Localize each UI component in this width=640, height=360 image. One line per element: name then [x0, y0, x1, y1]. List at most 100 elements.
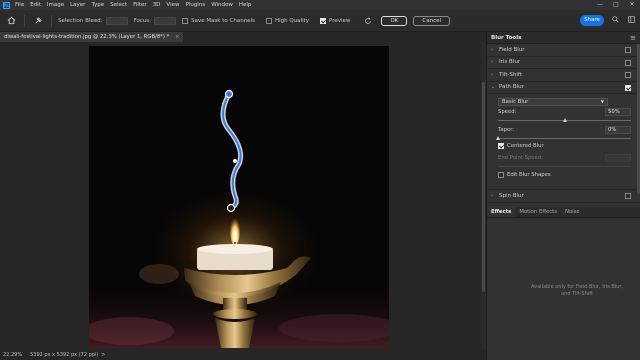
blur-mode-select[interactable]: Basic Blur ▼	[498, 98, 608, 106]
edit-blur-shapes-checkbox[interactable]: Edit Blur Shapes	[498, 172, 551, 178]
home-icon[interactable]	[4, 14, 18, 28]
panel-menu-icon[interactable]: ≡	[630, 32, 636, 44]
menu-window[interactable]: Window	[208, 0, 236, 10]
menu-layer[interactable]: Layer	[67, 0, 88, 10]
scrollbar-thumb[interactable]	[482, 82, 485, 292]
menu-bar: Ps File Edit Image Layer Type Select Fil…	[0, 0, 640, 10]
focus-label: Focus:	[133, 17, 152, 24]
chevron-down-icon: ▼	[600, 99, 604, 104]
high-quality-box[interactable]	[265, 17, 272, 24]
path-blur-settings: Basic Blur ▼ Speed: 50% Taper: 0% Center…	[487, 94, 640, 190]
end-point-speed-slider	[498, 166, 631, 167]
blur-item-label: Field Blur	[499, 46, 525, 53]
cancel-button[interactable]: Cancel	[413, 15, 451, 26]
blur-item-field-blur[interactable]: › Field Blur	[487, 44, 640, 57]
focus-input[interactable]	[154, 16, 177, 25]
centered-blur-checkbox[interactable]: Centered Blur	[498, 143, 544, 149]
status-bar: 22.29% 5392 px x 5392 px (72 ppi) >	[0, 350, 486, 360]
edit-blur-shapes-label: Edit Blur Shapes	[507, 172, 551, 178]
window-controls: — □ ✕	[592, 0, 640, 10]
blur-item-tilt-shift[interactable]: › Tilt-Shift	[487, 69, 640, 82]
menu-file[interactable]: File	[12, 0, 27, 10]
taper-slider-handle[interactable]	[496, 136, 500, 140]
path-blur-checkbox[interactable]	[625, 84, 631, 91]
close-tab-icon[interactable]: ×	[175, 34, 179, 40]
menu-view[interactable]: View	[163, 0, 182, 10]
save-mask-checkbox[interactable]: Save Mask to Channels	[182, 17, 258, 24]
save-mask-label: Save Mask to Channels	[191, 17, 255, 24]
end-point-speed-label: End Point Speed:	[498, 155, 543, 161]
document-dimensions: 5392 px x 5392 px (72 ppi)	[30, 352, 99, 358]
document-title: diwali-festival-lights-tradition.jpg @ 2…	[4, 34, 170, 40]
canvas-area[interactable]	[0, 42, 483, 350]
selection-bleed-input[interactable]	[105, 16, 128, 25]
document-image[interactable]	[89, 46, 389, 348]
panel-header: Blur Tools ≡	[487, 32, 640, 44]
blur-mode-value: Basic Blur	[502, 99, 529, 105]
tab-effects[interactable]: Effects	[487, 207, 516, 217]
speed-label: Speed:	[498, 109, 517, 115]
end-point-speed-input	[605, 154, 631, 162]
tab-noise[interactable]: Noise	[561, 207, 584, 217]
chevron-right-icon[interactable]: ›	[491, 72, 499, 78]
field-blur-checkbox[interactable]	[625, 47, 631, 53]
high-quality-label: High Quality	[274, 17, 310, 24]
blur-item-path-blur[interactable]: ⌄ Path Blur	[487, 82, 640, 94]
chevron-down-icon[interactable]: ⌄	[491, 84, 499, 90]
taper-label: Taper:	[498, 127, 515, 133]
menu-3d[interactable]: 3D	[150, 0, 164, 10]
blur-tools-panel: Blur Tools ≡ › Field Blur › Iris Blur › …	[486, 32, 640, 360]
blur-item-label: Tilt-Shift	[499, 71, 522, 78]
document-tab-bar: diwali-festival-lights-tradition.jpg @ 2…	[0, 32, 486, 42]
share-button[interactable]: Share	[580, 15, 604, 26]
preview-checkbox[interactable]: Preview	[320, 17, 353, 24]
tilt-shift-checkbox[interactable]	[625, 72, 631, 78]
tab-motion-effects[interactable]: Motion Effects	[515, 207, 561, 217]
pin-tool-icon[interactable]	[31, 14, 45, 28]
speed-slider-handle[interactable]	[562, 118, 567, 122]
selection-bleed-label: Selection Bleed:	[58, 17, 103, 24]
chevron-right-icon[interactable]: ›	[491, 47, 499, 53]
blur-item-iris-blur[interactable]: › Iris Blur	[487, 57, 640, 69]
search-icon[interactable]	[610, 16, 620, 26]
blur-item-label: Spin Blur	[499, 192, 524, 199]
ok-button[interactable]: OK	[381, 15, 408, 26]
status-menu-arrow[interactable]: >	[101, 352, 105, 358]
menu-image[interactable]: Image	[44, 0, 67, 10]
menu-plugins[interactable]: Plugins	[182, 0, 208, 10]
iris-blur-checkbox[interactable]	[625, 59, 631, 66]
end-point-speed-row: End Point Speed:	[498, 155, 543, 161]
maximize-icon[interactable]: □	[608, 0, 624, 10]
chevron-right-icon[interactable]: ›	[491, 193, 499, 199]
taper-input[interactable]: 0%	[605, 126, 631, 134]
minimize-icon[interactable]: —	[592, 0, 608, 10]
divider	[51, 14, 52, 27]
blur-item-label: Iris Blur	[499, 59, 521, 66]
centered-blur-box[interactable]	[498, 143, 504, 149]
blur-item-spin-blur[interactable]: › Spin Blur	[487, 190, 640, 203]
menu-type[interactable]: Type	[88, 0, 107, 10]
menu-filter[interactable]: Filter	[130, 0, 150, 10]
photoshop-logo-icon: Ps	[2, 1, 10, 9]
speed-input[interactable]: 50%	[605, 108, 631, 116]
divider	[24, 14, 25, 27]
high-quality-checkbox[interactable]: High Quality	[265, 17, 312, 24]
chevron-right-icon[interactable]: ›	[491, 59, 499, 65]
menu-edit[interactable]: Edit	[27, 0, 44, 10]
options-bar: Selection Bleed: Focus: Save Mask to Cha…	[0, 10, 640, 32]
effects-unavailable-message: Available only for Field Blur, Iris Blur…	[531, 284, 623, 297]
spin-blur-checkbox[interactable]	[625, 193, 631, 199]
edit-blur-shapes-box[interactable]	[498, 172, 504, 178]
reset-pins-icon[interactable]	[361, 14, 375, 28]
menu-select[interactable]: Select	[107, 0, 130, 10]
preview-label: Preview	[329, 17, 351, 24]
zoom-level[interactable]: 22.29%	[3, 352, 22, 358]
close-window-icon[interactable]: ✕	[624, 0, 640, 10]
workspace-icon[interactable]	[626, 16, 636, 26]
panel-title: Blur Tools	[491, 35, 522, 41]
taper-slider[interactable]	[498, 138, 631, 139]
save-mask-box[interactable]	[182, 17, 189, 24]
document-tab[interactable]: diwali-festival-lights-tradition.jpg @ 2…	[0, 32, 184, 42]
menu-help[interactable]: Help	[236, 0, 255, 10]
preview-box[interactable]	[320, 17, 327, 24]
